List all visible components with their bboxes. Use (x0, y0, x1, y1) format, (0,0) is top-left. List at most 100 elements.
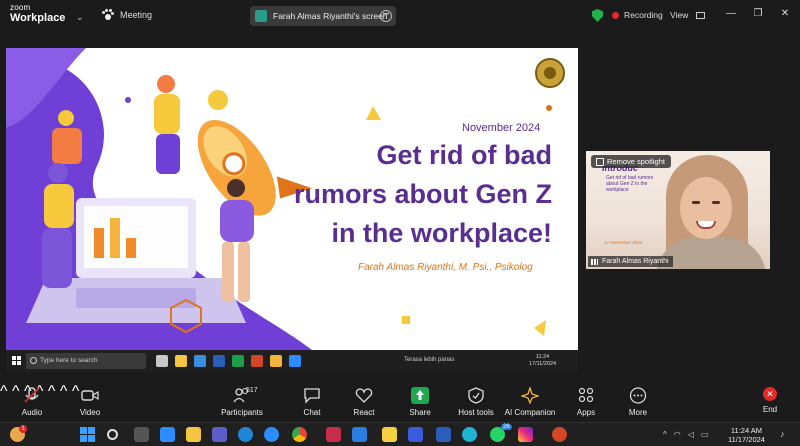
windows-start-icon[interactable] (80, 427, 95, 442)
view-grid-icon (695, 12, 705, 20)
powerpoint-icon[interactable] (552, 427, 567, 442)
battery-icon[interactable]: ▭ (701, 430, 709, 439)
apps-label: Apps (576, 408, 596, 417)
shared-screen: November 2024 Get rid of bad rumors abou… (6, 48, 578, 372)
slide-author: Farah Almas Riyanthi, M. Psi., Psikolog (358, 262, 533, 273)
speaker-eye (692, 201, 700, 204)
host-shield-icon (468, 387, 484, 404)
app-icon (156, 355, 168, 367)
meeting-top-bar: zoom Workplace ⌄ Meeting Farah Almas Riy… (0, 0, 800, 32)
heart-icon (355, 388, 373, 403)
microphone-muted-icon (24, 387, 40, 403)
excel-icon (232, 355, 244, 367)
app-icon (270, 355, 282, 367)
notification-badge: 1 (19, 425, 27, 433)
screen-share-icon (255, 10, 267, 22)
file-explorer-icon[interactable] (186, 427, 201, 442)
notification-bell-icon[interactable]: ♪ (780, 429, 785, 439)
person-body-shape (154, 94, 180, 134)
copilot-icon[interactable] (160, 427, 175, 442)
participant-count: 517 (246, 387, 258, 394)
audio-button[interactable]: Audio (2, 387, 62, 417)
more-button[interactable]: More (608, 387, 668, 417)
triangle-shape (534, 320, 546, 336)
chat-label: Chat (303, 408, 321, 417)
recording-indicator[interactable]: Recording (612, 10, 663, 20)
screen-share-label: Farah Almas Riyanthi's screen (273, 11, 388, 21)
chat-icon (304, 388, 320, 404)
chevron-up-icon[interactable]: ^ (663, 430, 667, 439)
share-label: Share (409, 408, 431, 417)
shared-time: 11:24 (535, 354, 550, 360)
person-head-shape (48, 163, 68, 183)
windows-start-icon (12, 356, 21, 365)
chat-button[interactable]: Chat (282, 387, 342, 417)
weather-status: Terasa lebih panas (404, 357, 455, 363)
brand-line1: zoom (10, 3, 31, 12)
react-button[interactable]: React (334, 387, 394, 417)
chevron-down-icon[interactable]: ⌄ (76, 13, 84, 22)
share-button[interactable]: Share (390, 387, 450, 417)
task-view-icon[interactable] (134, 427, 149, 442)
react-label: React (353, 408, 375, 417)
canva-icon[interactable] (462, 427, 477, 442)
shared-taskbar-apps (156, 355, 301, 367)
screen-share-indicator[interactable]: Farah Almas Riyanthi's screen ••• (250, 6, 396, 26)
app-icon[interactable] (408, 427, 423, 442)
shared-windows-taskbar: Type here to search Terasa lebih panas 1… (6, 350, 578, 372)
paw-icon (102, 9, 114, 21)
security-shield-icon[interactable] (592, 9, 603, 22)
view-label: View (670, 10, 689, 20)
video-button[interactable]: Video (60, 387, 120, 417)
speaker-name-tag: Farah Almas Riyanthi (588, 256, 673, 267)
speaker-icon[interactable]: ◁ (688, 430, 694, 439)
close-icon[interactable]: ✕ (779, 8, 791, 20)
edge-icon[interactable] (238, 427, 253, 442)
host-tools-button[interactable]: Host tools (446, 387, 506, 417)
instagram-icon[interactable] (518, 427, 533, 442)
participants-label: Participants (221, 408, 263, 417)
more-options-icon[interactable]: ••• (380, 10, 392, 22)
chrome-icon[interactable] (292, 427, 307, 442)
slide-date: November 2024 (462, 122, 541, 134)
sparkle-icon (521, 387, 539, 404)
edge-icon (194, 355, 206, 367)
remove-spotlight-button[interactable]: Remove spotlight (591, 155, 671, 168)
dot-shape (546, 105, 552, 111)
restore-icon[interactable]: ❐ (752, 8, 764, 20)
zoom-icon (289, 355, 301, 367)
video-camera-icon (81, 390, 99, 401)
word-icon (213, 355, 225, 367)
app-icon[interactable] (326, 427, 341, 442)
speaker-video-tile[interactable]: Introduc Get rid of bad rumors about Gen… (586, 151, 770, 269)
person-body-shape (52, 128, 82, 164)
search-icon[interactable] (107, 429, 118, 440)
recording-label: Recording (624, 10, 663, 20)
slide-title: Get rid of bad rumors about Gen Z in the… (232, 136, 552, 253)
brand-line2: Workplace (10, 12, 66, 24)
end-meeting-button[interactable]: ✕ End (740, 387, 800, 414)
meeting-controls-toolbar: Audio ^ Video ^ 517 Participants ^ Chat … (0, 383, 800, 422)
todo-icon[interactable] (352, 427, 367, 442)
ai-companion-button[interactable]: AI Companion (500, 387, 560, 417)
view-button[interactable]: View (670, 10, 705, 20)
teams-icon[interactable] (212, 427, 227, 442)
windows-taskbar: 1 26 ^ ◠ ◁ ▭ 11:24 AM 11/17/2024 ♪ (0, 422, 800, 446)
sticky-notes-icon[interactable] (382, 427, 397, 442)
wifi-icon[interactable]: ◠ (674, 430, 681, 439)
person-head-shape (58, 110, 74, 126)
host-tools-label: Host tools (458, 408, 494, 417)
person-legs-shape (42, 228, 72, 288)
apps-button[interactable]: Apps (556, 387, 616, 417)
apps-grid-icon (578, 387, 594, 403)
zoom-icon[interactable] (264, 427, 279, 442)
person-body-shape (44, 184, 74, 228)
meeting-info-button[interactable]: Meeting (102, 9, 152, 21)
participants-button[interactable]: 517 Participants (212, 387, 272, 417)
university-logo (535, 58, 565, 88)
zoom-logo[interactable]: zoom Workplace ⌄ (10, 3, 84, 24)
word-icon[interactable] (436, 427, 451, 442)
taskbar-clock[interactable]: 11:24 AM 11/17/2024 (728, 426, 765, 444)
video-label: Video (79, 408, 101, 417)
minimize-icon[interactable]: — (725, 8, 737, 20)
